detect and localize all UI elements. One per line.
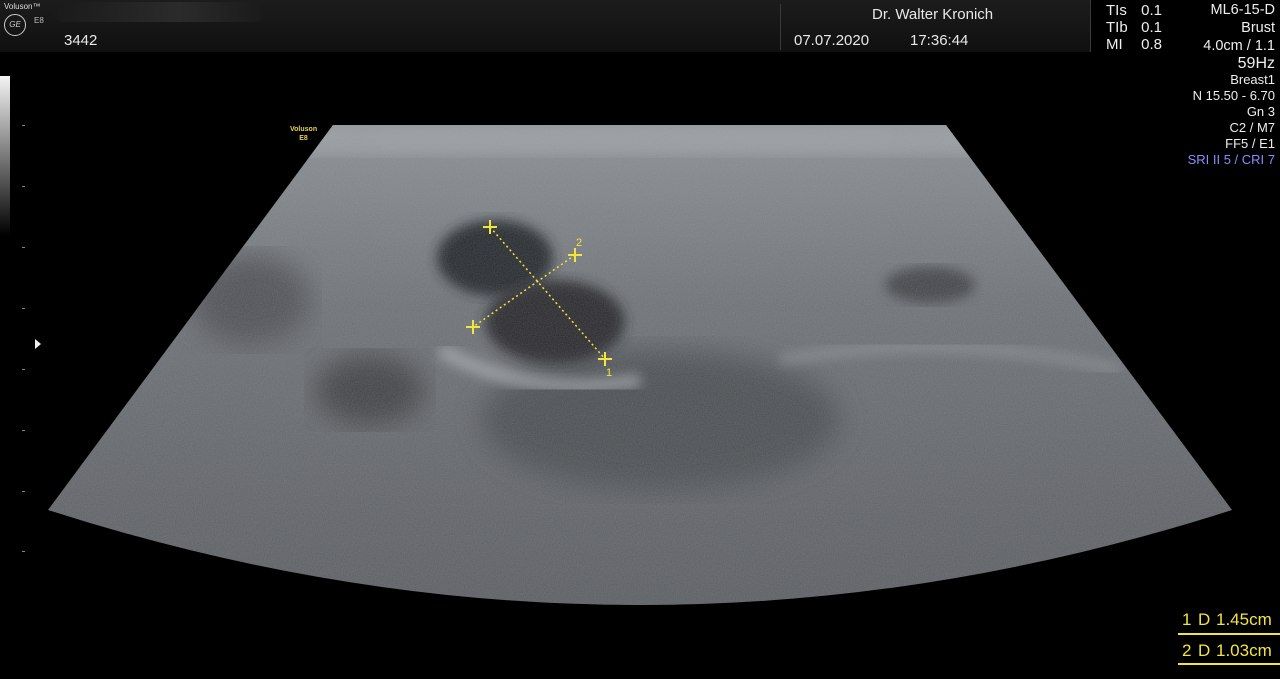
measurement-type: D <box>1198 610 1211 629</box>
ultrasound-image[interactable]: 1 2 <box>0 0 1280 679</box>
measurement-type: D <box>1198 641 1211 660</box>
measurement-number: 1 <box>1182 610 1192 629</box>
measurement-number: 2 <box>1182 641 1192 660</box>
measurement-divider <box>1178 663 1280 665</box>
measurement-divider <box>1178 633 1280 635</box>
measurement-value: 1.45cm <box>1216 610 1272 629</box>
caliper-label-1: 1 <box>606 367 612 379</box>
measurement-result-1[interactable]: 1 D 1.45cm <box>1176 606 1280 636</box>
measurement-value: 1.03cm <box>1216 641 1272 660</box>
caliper-label-2: 2 <box>576 237 582 249</box>
